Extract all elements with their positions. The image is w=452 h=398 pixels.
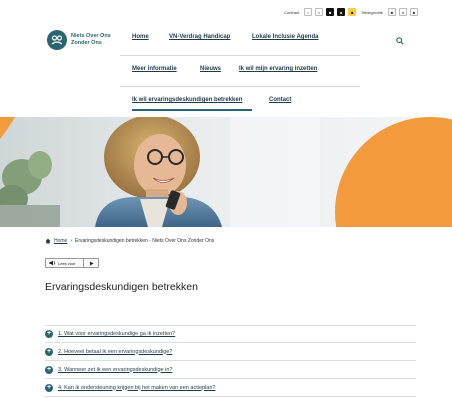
- read-aloud-button[interactable]: Lees voor: [46, 259, 84, 267]
- read-aloud-label: Lees voor: [58, 260, 76, 266]
- site-logo[interactable]: Niets Over Ons Zonder Ons: [47, 30, 111, 50]
- contrast-label: Contrast: [284, 9, 300, 15]
- font-size-label: Tekstgrootte: [361, 9, 383, 15]
- search-icon[interactable]: [396, 37, 404, 45]
- contrast-half-button[interactable]: ◐: [315, 8, 324, 16]
- nav-divider-1: [120, 55, 360, 56]
- nav-contact[interactable]: Contact: [269, 97, 291, 103]
- breadcrumb-current: Ervaringsdeskundigen betrekken - Niets O…: [75, 238, 215, 244]
- read-aloud-widget[interactable]: Lees voor: [45, 258, 99, 268]
- nav-ervaring-inzetten[interactable]: Ik wil mijn ervaring inzetten: [239, 66, 317, 72]
- breadcrumb-separator: ›: [70, 238, 73, 244]
- nav-home[interactable]: Home: [132, 34, 149, 40]
- font-size-small-button[interactable]: ■: [388, 8, 396, 16]
- plus-icon: +: [45, 365, 53, 374]
- page-title: Ervaringsdeskundigen betrekken: [45, 281, 198, 293]
- nav-lokale-inclusie-agenda[interactable]: Lokale Inclusie Agenda: [252, 34, 318, 40]
- home-icon: [45, 238, 51, 244]
- contrast-yellow-inverse-button[interactable]: ■: [348, 8, 357, 16]
- plus-icon: +: [45, 347, 53, 356]
- hero-image: [0, 117, 452, 227]
- plus-icon: +: [45, 330, 53, 338]
- contrast-yellow-button[interactable]: ■: [337, 8, 346, 16]
- accordion-item-label: 3. Wanneer zet ik een ervaringsdeskundig…: [58, 366, 173, 373]
- accordion-item-1[interactable]: + 1. Wat voor ervaringsdeskundige ga ik …: [45, 325, 416, 343]
- contrast-dark-button[interactable]: ■: [326, 8, 335, 16]
- breadcrumb: Home › Ervaringsdeskundigen betrekken - …: [45, 238, 214, 244]
- plus-icon: +: [45, 383, 53, 392]
- accordion-item-3[interactable]: + 3. Wanneer zet ik een ervaringsdeskund…: [45, 361, 416, 379]
- accordion-item-4[interactable]: + 4. Kan ik ondersteuning krijgen bij he…: [45, 379, 416, 397]
- accordion-item-label: 2. Hoeveel betaal ik een ervaringsdeskun…: [58, 348, 173, 355]
- logo-text: Niets Over Ons Zonder Ons: [71, 33, 111, 47]
- accordion-item-label: 1. Wat voor ervaringsdeskundige ga ik in…: [58, 331, 176, 337]
- nav-vn-verdrag[interactable]: VN-Verdrag Handicap: [169, 34, 230, 40]
- logo-mark-icon: [47, 30, 67, 50]
- breadcrumb-home-link[interactable]: Home: [54, 238, 67, 244]
- speaker-icon: [49, 260, 56, 266]
- nav-meer-informatie[interactable]: Meer informatie: [132, 66, 177, 72]
- read-aloud-play-button[interactable]: [84, 259, 98, 267]
- contrast-default-button[interactable]: ○: [304, 8, 313, 16]
- nav-nieuws[interactable]: Nieuws: [200, 66, 221, 72]
- logo-line-2: Zonder Ons: [71, 40, 102, 46]
- accordion-item-label: 4. Kan ik ondersteuning krijgen bij het …: [58, 384, 216, 391]
- play-icon: [89, 261, 93, 265]
- nav-active-indicator: [132, 109, 252, 111]
- font-size-medium-button[interactable]: A: [399, 8, 407, 16]
- faq-accordion: + 1. Wat voor ervaringsdeskundige ga ik …: [45, 325, 416, 397]
- accordion-item-2[interactable]: + 2. Hoeveel betaal ik een ervaringsdesk…: [45, 343, 416, 361]
- nav-divider-2: [120, 86, 360, 87]
- logo-line-1: Niets Over Ons: [71, 33, 111, 39]
- accessibility-toolbar: Contrast ○ ◐ ■ ■ ■ Tekstgrootte ■ A ■: [284, 7, 418, 17]
- nav-ervaringsdeskundigen-betrekken[interactable]: Ik wil ervaringsdeskundigen betrekken: [132, 97, 242, 103]
- font-size-large-button[interactable]: ■: [410, 8, 418, 16]
